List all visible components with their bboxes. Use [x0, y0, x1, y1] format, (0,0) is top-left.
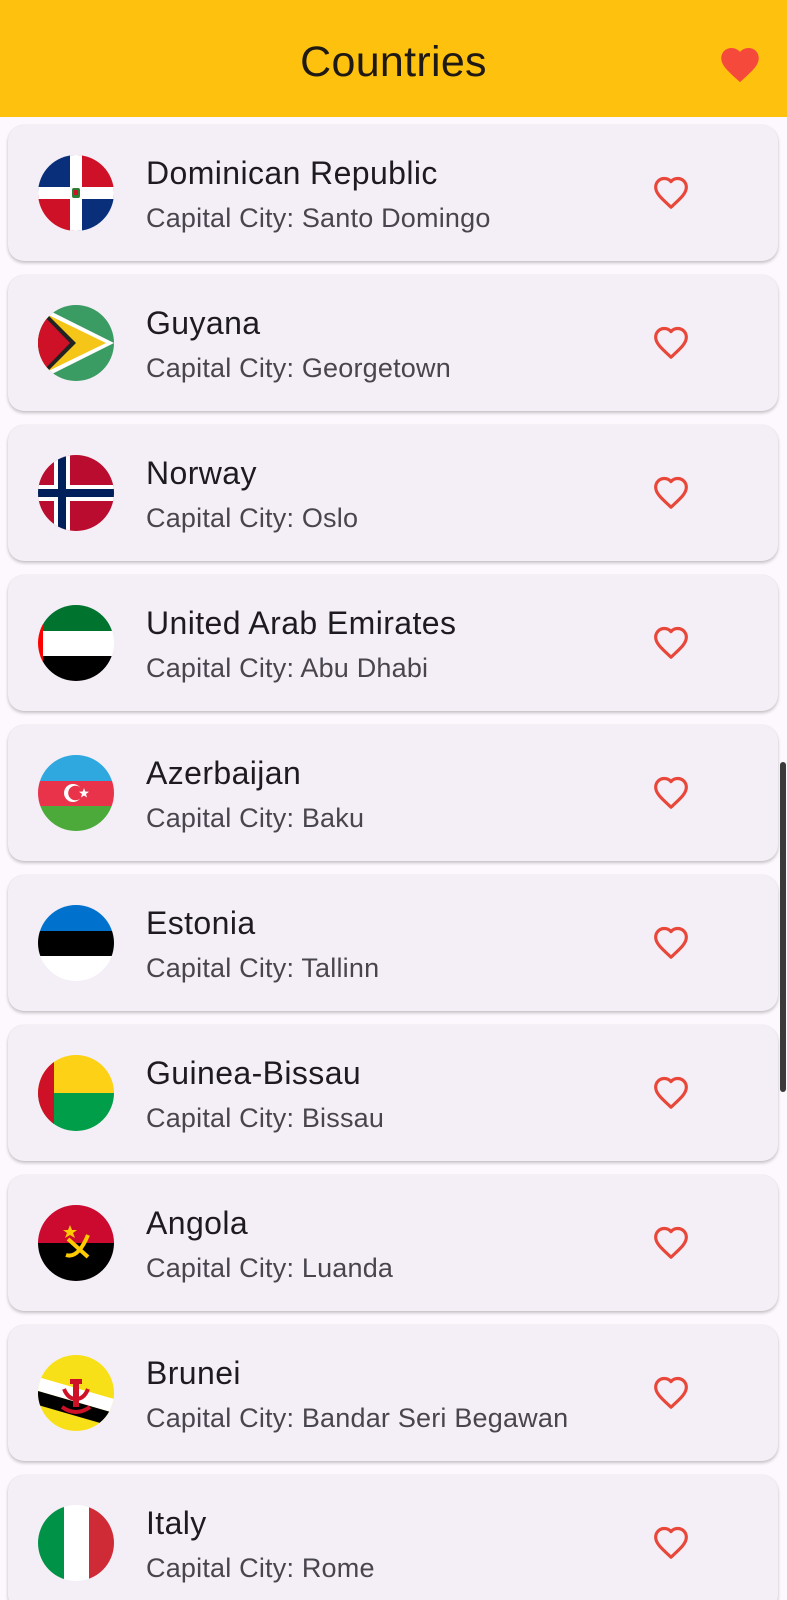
estonia-flag-icon: [38, 905, 114, 981]
favorite-heart-icon[interactable]: [651, 1373, 691, 1413]
country-card[interactable]: Norway Capital City: Oslo: [8, 425, 778, 561]
country-name: Estonia: [146, 905, 256, 941]
favorite-heart-icon[interactable]: [651, 323, 691, 363]
country-card[interactable]: United Arab Emirates Capital City: Abu D…: [8, 575, 778, 711]
country-name: Brunei: [146, 1355, 241, 1391]
country-name: Angola: [146, 1205, 249, 1241]
guinea-bissau-flag-icon: [38, 1055, 114, 1131]
country-capital: Capital City: Santo Domingo: [146, 203, 491, 233]
country-card[interactable]: Brunei Capital City: Bandar Seri Begawan: [8, 1325, 778, 1461]
country-capital: Capital City: Baku: [146, 803, 365, 833]
country-name: Dominican Republic: [146, 155, 438, 191]
favorites-heart-icon[interactable]: [718, 44, 762, 84]
country-name: Guyana: [146, 305, 261, 341]
favorite-heart-icon[interactable]: [651, 773, 691, 813]
guyana-flag-icon: [38, 305, 114, 381]
brunei-flag-icon: [38, 1355, 114, 1431]
country-card[interactable]: Italy Capital City: Rome: [8, 1475, 778, 1600]
country-list[interactable]: Dominican Republic Capital City: Santo D…: [0, 117, 787, 1600]
angola-flag-icon: [38, 1205, 114, 1281]
country-name: Azerbaijan: [146, 755, 302, 791]
country-name: Guinea-Bissau: [146, 1055, 362, 1091]
country-capital: Capital City: Tallinn: [146, 953, 380, 983]
country-capital: Capital City: Bandar Seri Begawan: [146, 1403, 569, 1433]
favorite-heart-icon[interactable]: [651, 473, 691, 513]
country-card[interactable]: Angola Capital City: Luanda: [8, 1175, 778, 1311]
country-card[interactable]: Dominican Republic Capital City: Santo D…: [8, 125, 778, 261]
uae-flag-icon: [38, 605, 114, 681]
country-capital: Capital City: Oslo: [146, 503, 359, 533]
country-card[interactable]: Azerbaijan Capital City: Baku: [8, 725, 778, 861]
country-card[interactable]: Estonia Capital City: Tallinn: [8, 875, 778, 1011]
app-bar: Countries: [0, 0, 787, 117]
country-name: United Arab Emirates: [146, 605, 457, 641]
scrollbar[interactable]: [780, 762, 786, 1092]
country-capital: Capital City: Abu Dhabi: [146, 653, 429, 683]
favorite-heart-icon[interactable]: [651, 923, 691, 963]
favorite-heart-icon[interactable]: [651, 623, 691, 663]
dominican-republic-flag-icon: [38, 155, 114, 231]
country-card[interactable]: Guinea-Bissau Capital City: Bissau: [8, 1025, 778, 1161]
italy-flag-icon: [38, 1505, 114, 1581]
azerbaijan-flag-icon: [38, 755, 114, 831]
favorite-heart-icon[interactable]: [651, 173, 691, 213]
country-capital: Capital City: Luanda: [146, 1253, 394, 1283]
favorite-heart-icon[interactable]: [651, 1223, 691, 1263]
favorite-heart-icon[interactable]: [651, 1523, 691, 1563]
country-capital: Capital City: Georgetown: [146, 353, 451, 383]
country-capital: Capital City: Bissau: [146, 1103, 385, 1133]
page-title: Countries: [300, 38, 487, 86]
country-capital: Capital City: Rome: [146, 1553, 375, 1583]
country-card[interactable]: Guyana Capital City: Georgetown: [8, 275, 778, 411]
country-name: Italy: [146, 1505, 207, 1541]
norway-flag-icon: [38, 455, 114, 531]
country-name: Norway: [146, 455, 257, 491]
favorite-heart-icon[interactable]: [651, 1073, 691, 1113]
